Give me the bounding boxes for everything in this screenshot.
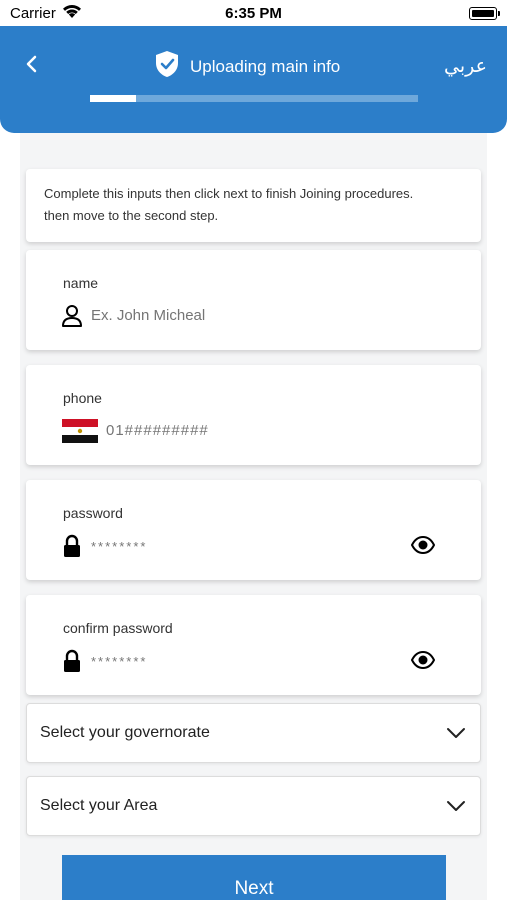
- eye-icon[interactable]: [411, 651, 435, 669]
- battery-icon: [469, 7, 500, 20]
- name-input[interactable]: [91, 307, 391, 324]
- instructions-line-2: then move to the second step.: [44, 208, 219, 223]
- confirm-password-input[interactable]: [91, 654, 391, 669]
- next-button[interactable]: Next: [62, 855, 446, 900]
- chevron-down-icon: [447, 801, 465, 811]
- page-title: Uploading main info: [190, 57, 341, 76]
- instructions-card: Complete this inputs then click next to …: [26, 169, 481, 242]
- confirm-password-label: confirm password: [63, 620, 173, 636]
- password-input[interactable]: [91, 539, 391, 554]
- password-label: password: [63, 505, 123, 521]
- lock-icon: [64, 649, 80, 672]
- user-icon: [62, 305, 82, 327]
- phone-field-card: phone: [26, 365, 481, 465]
- status-bar: Carrier 6:35 PM: [0, 0, 507, 26]
- password-field-card: password: [26, 480, 481, 580]
- shield-check-icon: [156, 51, 178, 77]
- phone-label: phone: [63, 390, 102, 406]
- instructions-line-1: Complete this inputs then click next to …: [44, 186, 414, 201]
- app-header: Uploading main info عربي: [0, 26, 507, 133]
- governorate-select[interactable]: Select your governorate: [26, 703, 481, 763]
- back-arrow-icon[interactable]: [20, 52, 44, 76]
- chevron-down-icon: [447, 728, 465, 738]
- eye-icon[interactable]: [411, 536, 435, 554]
- confirm-password-field-card: confirm password: [26, 595, 481, 695]
- name-field-card: name: [26, 250, 481, 350]
- progress-bar: [90, 95, 418, 102]
- lock-icon: [64, 534, 80, 557]
- area-select[interactable]: Select your Area: [26, 776, 481, 836]
- language-toggle[interactable]: عربي: [444, 55, 487, 78]
- clock: 6:35 PM: [225, 5, 282, 22]
- name-label: name: [63, 275, 99, 291]
- phone-input[interactable]: [106, 422, 406, 439]
- egypt-flag-icon[interactable]: [62, 419, 98, 443]
- progress-fill: [90, 95, 136, 102]
- area-select-label: Select your Area: [40, 797, 158, 814]
- governorate-select-label: Select your governorate: [40, 724, 210, 741]
